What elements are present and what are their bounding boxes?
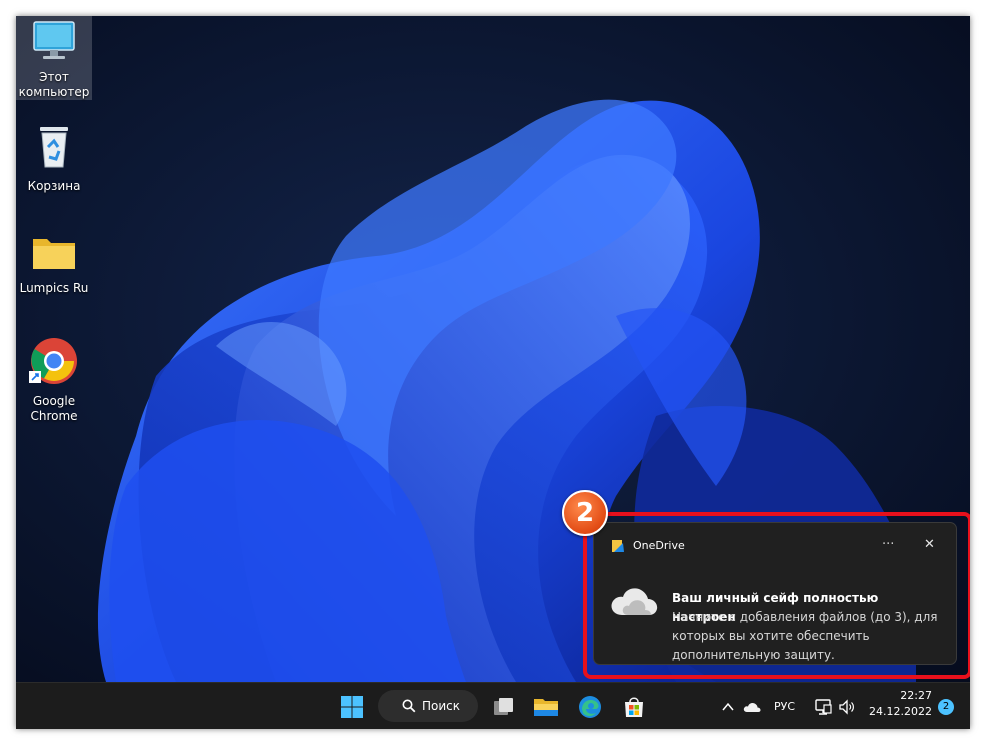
search-label: Поиск bbox=[422, 699, 461, 713]
desktop-icon-recycle-bin[interactable]: Корзина bbox=[16, 121, 92, 194]
desktop-icon-label: Корзина bbox=[27, 179, 81, 193]
highlight-frame bbox=[583, 512, 970, 679]
file-explorer-button[interactable] bbox=[530, 691, 562, 723]
edge-icon bbox=[579, 696, 601, 718]
monitor-icon bbox=[33, 21, 75, 59]
task-view-button[interactable] bbox=[488, 691, 520, 723]
start-button[interactable] bbox=[336, 691, 368, 723]
clock[interactable]: 22:27 24.12.2022 bbox=[866, 688, 932, 720]
desktop-icon-label: Lumpics Ru bbox=[19, 281, 89, 295]
desktop-icon-label: Этот компьютер bbox=[18, 70, 90, 99]
folder-icon bbox=[33, 239, 75, 269]
desktop-icon-this-pc[interactable]: Этот компьютер bbox=[16, 16, 92, 100]
desktop-icon-google-chrome[interactable]: Google Chrome bbox=[16, 336, 92, 424]
recycle-bin-icon bbox=[40, 127, 68, 168]
file-explorer-icon bbox=[534, 699, 558, 716]
onedrive-cloud-icon[interactable] bbox=[743, 701, 761, 713]
chrome-icon bbox=[29, 338, 77, 384]
desktop-icon-lumpics-folder[interactable]: Lumpics Ru bbox=[16, 233, 92, 296]
search-icon bbox=[402, 699, 416, 713]
windows-start-icon bbox=[341, 696, 363, 718]
taskbar-search-button[interactable]: Поиск bbox=[378, 690, 478, 722]
chevron-up-icon[interactable] bbox=[721, 700, 735, 714]
language-indicator[interactable]: РУС bbox=[774, 700, 795, 713]
volume-icon[interactable] bbox=[838, 698, 856, 716]
store-button[interactable] bbox=[618, 691, 650, 723]
taskbar: Поиск РУС 22:27 24.12.2022 2 bbox=[16, 682, 970, 729]
task-view-icon bbox=[494, 698, 513, 715]
notification-count-badge[interactable]: 2 bbox=[938, 699, 954, 715]
store-icon bbox=[625, 697, 643, 717]
clock-time: 22:27 bbox=[900, 689, 932, 702]
desktop-screen: Этот компьютер Корзина Lumpics Ru Google… bbox=[16, 16, 970, 729]
network-icon[interactable] bbox=[814, 698, 832, 716]
edge-button[interactable] bbox=[574, 691, 606, 723]
desktop-icon-label: Google Chrome bbox=[30, 394, 78, 423]
step-number-badge: 2 bbox=[562, 490, 608, 536]
clock-date: 24.12.2022 bbox=[869, 705, 932, 718]
